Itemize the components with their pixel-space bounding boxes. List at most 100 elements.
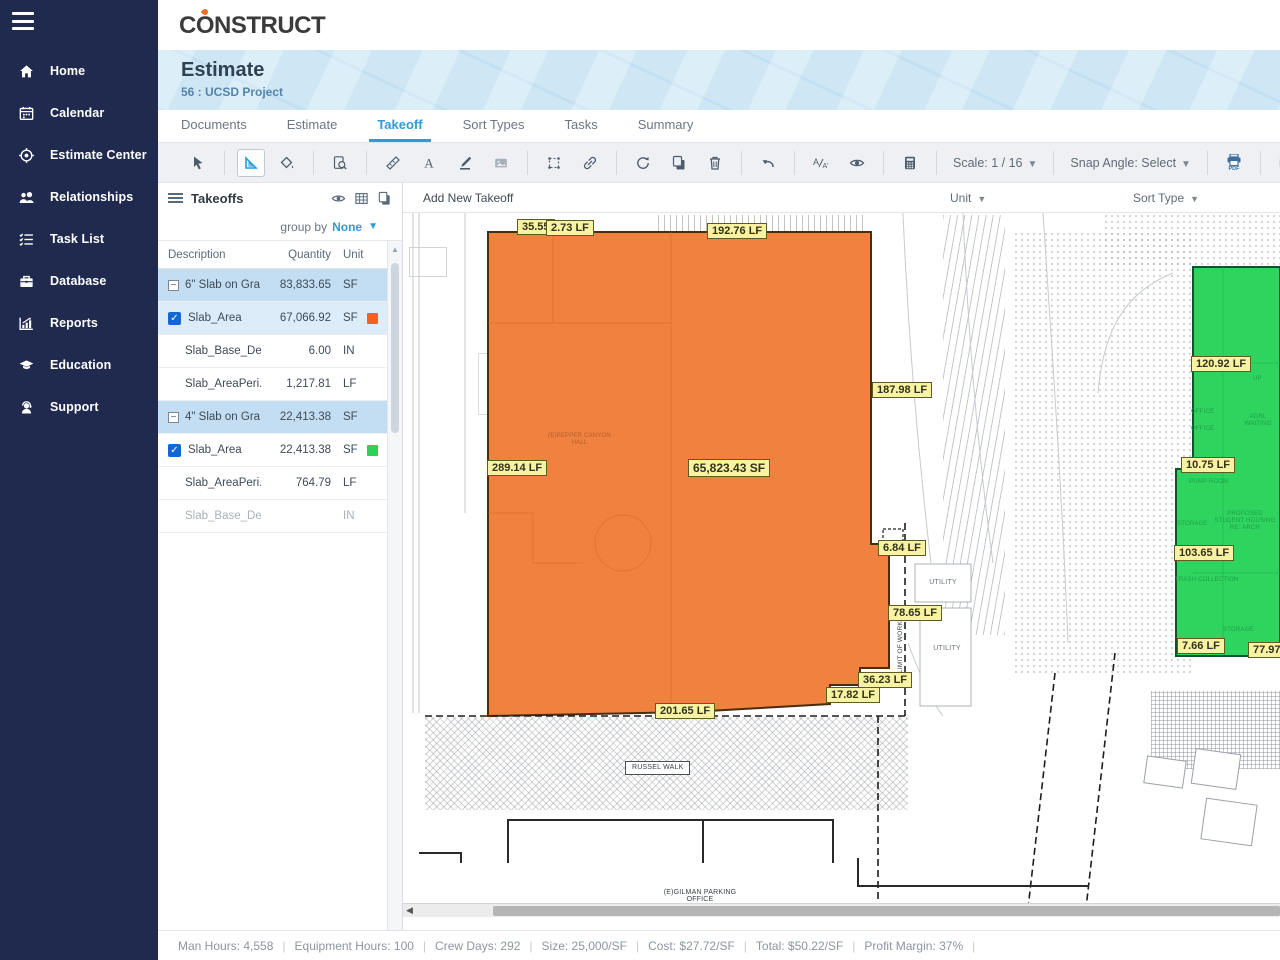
document-search-button[interactable] — [326, 149, 354, 177]
tab-summary[interactable]: Summary — [638, 110, 694, 142]
takeoff-row[interactable]: −4" Slab on Gra...22,413.38SF — [158, 401, 387, 434]
collapse-icon[interactable]: − — [168, 280, 179, 291]
delete-button[interactable] — [701, 149, 729, 177]
measurement-label[interactable]: 289.14 LF — [487, 460, 547, 476]
page-header: Estimate 56 : UCSD Project — [158, 50, 1280, 110]
takeoff-quantity: 67,066.92 — [261, 312, 331, 324]
rotate-button[interactable] — [629, 149, 657, 177]
panel-menu-icon[interactable] — [168, 193, 183, 203]
measurement-label[interactable]: 7.66 LF — [1177, 638, 1225, 654]
scroll-left-arrow[interactable]: ◀ — [406, 905, 413, 916]
measure-tool-button[interactable] — [379, 149, 407, 177]
sidebar-item-home[interactable]: Home — [0, 50, 158, 92]
takeoff-row[interactable]: Slab_AreaPeri...1,217.81LF — [158, 368, 387, 401]
color-swatch[interactable] — [367, 445, 378, 456]
sidebar-item-label: Education — [50, 358, 111, 372]
text-tool-button[interactable]: A — [415, 149, 443, 177]
sidebar-item-support[interactable]: Support — [0, 386, 158, 428]
column-description[interactable]: Description — [168, 249, 261, 261]
logo-text: C — [179, 12, 196, 40]
unit-dropdown[interactable]: Unit▼ — [950, 191, 986, 205]
measurement-label[interactable]: 6.84 LF — [878, 540, 926, 556]
floor-plan-viewport[interactable]: (E)PEPPER CANYON HALLUTILITYUTILITYLIMIT… — [403, 213, 1280, 917]
sort-type-dropdown[interactable]: Sort Type▼ — [1133, 191, 1199, 205]
snap-angle-select[interactable]: Snap Angle: Select▼ — [1070, 156, 1191, 170]
area-takeoff-tool-button[interactable] — [237, 149, 265, 177]
measurement-label[interactable]: 120.92 LF — [1191, 356, 1251, 372]
measurement-label[interactable]: 192.76 LF — [707, 223, 767, 239]
top-bar: CONSTRUCT — [158, 0, 1280, 50]
calculator-button[interactable] — [896, 149, 924, 177]
tab-tasks[interactable]: Tasks — [565, 110, 598, 142]
takeoff-row[interactable]: Slab_Base_De...6.00IN — [158, 335, 387, 368]
takeoff-row[interactable]: ✓Slab_Area22,413.38SF — [158, 434, 387, 467]
measurement-label[interactable]: 36.23 LF — [858, 672, 912, 688]
row-checkbox[interactable]: ✓ — [168, 444, 181, 457]
font-size-button[interactable]: AA' — [807, 149, 835, 177]
hscrollbar-thumb[interactable] — [493, 906, 1280, 916]
plan-annotation-text: PROPOSED STUDENT HOUSING RE: ARCH — [1209, 511, 1280, 532]
measurement-label[interactable]: 65,823.43 SF — [688, 459, 770, 477]
graduation-cap-icon — [18, 357, 35, 374]
tab-sort-types[interactable]: Sort Types — [463, 110, 525, 142]
takeoff-row[interactable]: −6" Slab on Gra...83,833.65SF — [158, 269, 387, 302]
sidebar-item-estimate-center[interactable]: Estimate Center — [0, 134, 158, 176]
tab-takeoff[interactable]: Takeoff — [377, 110, 422, 142]
sidebar-item-reports[interactable]: Reports — [0, 302, 158, 344]
takeoff-description: Slab_AreaPeri... — [185, 378, 261, 390]
plan-annotation-text: LIMIT OF WORK — [897, 621, 904, 673]
sidebar-item-education[interactable]: Education — [0, 344, 158, 386]
measurement-label[interactable]: 78.65 LF — [888, 605, 942, 621]
lasso-select-button[interactable] — [540, 149, 568, 177]
sidebar-item-database[interactable]: Database — [0, 260, 158, 302]
pointer-tool-button[interactable] — [184, 149, 212, 177]
collapse-icon[interactable]: − — [168, 412, 179, 423]
annotation-image-button[interactable] — [487, 149, 515, 177]
measurement-label[interactable]: 10.75 LF — [1181, 457, 1235, 473]
scale-select[interactable]: Scale: 1 / 16▼ — [953, 156, 1037, 170]
fill-bucket-tool-button[interactable] — [273, 149, 301, 177]
calendar-icon — [18, 105, 35, 122]
sidebar-item-relationships[interactable]: Relationships — [0, 176, 158, 218]
takeoffs-table-header: Description Quantity Unit — [158, 241, 387, 269]
visibility-button[interactable] — [843, 149, 871, 177]
measurement-label[interactable]: 17.82 LF — [826, 687, 880, 703]
marker-tool-button[interactable] — [451, 149, 479, 177]
tab-documents[interactable]: Documents — [181, 110, 247, 142]
visibility-icon[interactable] — [331, 191, 346, 206]
tab-estimate[interactable]: Estimate — [287, 110, 338, 142]
panel-scrollbar[interactable]: ▲ — [387, 241, 402, 930]
color-swatch[interactable] — [367, 313, 378, 324]
canvas-horizontal-scrollbar[interactable]: ◀ — [403, 903, 1280, 917]
measurement-label[interactable]: 201.65 LF — [655, 703, 715, 719]
plan-annotation-text: OFFICE — [1191, 409, 1214, 416]
duplicate-icon[interactable] — [377, 191, 392, 206]
row-checkbox[interactable]: ✓ — [168, 312, 181, 325]
link-button[interactable] — [576, 149, 604, 177]
measurement-label[interactable]: 77.97 LF — [1248, 642, 1280, 658]
sidebar-item-label: Support — [50, 400, 99, 414]
column-unit[interactable]: Unit — [331, 249, 367, 261]
takeoff-quantity: 764.79 — [261, 477, 331, 489]
sidebar-item-calendar[interactable]: Calendar — [0, 92, 158, 134]
sidebar-item-task-list[interactable]: Task List — [0, 218, 158, 260]
measurement-label[interactable]: 187.98 LF — [872, 382, 932, 398]
group-by-control[interactable]: group by None ▼ — [158, 213, 402, 241]
takeoff-row[interactable]: ✓Slab_Area67,066.92SF — [158, 302, 387, 335]
grid-view-icon[interactable] — [354, 191, 369, 206]
takeoff-row[interactable]: Slab_AreaPeri...764.79LF — [158, 467, 387, 500]
copy-button[interactable] — [665, 149, 693, 177]
takeoff-row[interactable]: Slab_Base_De...IN — [158, 500, 387, 533]
scrollbar-thumb[interactable] — [391, 263, 399, 433]
print-pdf-button[interactable]: PDF — [1220, 147, 1248, 179]
measurement-label[interactable]: 103.65 LF — [1174, 545, 1234, 561]
menu-icon[interactable] — [12, 12, 34, 30]
column-quantity[interactable]: Quantity — [261, 249, 331, 261]
takeoff-quantity: 1,217.81 — [261, 378, 331, 390]
estimate-center-icon — [18, 147, 35, 164]
sidebar: Home Calendar Estimate Center Relationsh… — [0, 0, 158, 960]
undo-button[interactable] — [754, 149, 782, 177]
scroll-up-arrow[interactable]: ▲ — [388, 241, 402, 254]
add-new-takeoff-button[interactable]: Add New Takeoff — [423, 191, 513, 205]
measurement-label[interactable]: 2.73 LF — [546, 220, 594, 236]
